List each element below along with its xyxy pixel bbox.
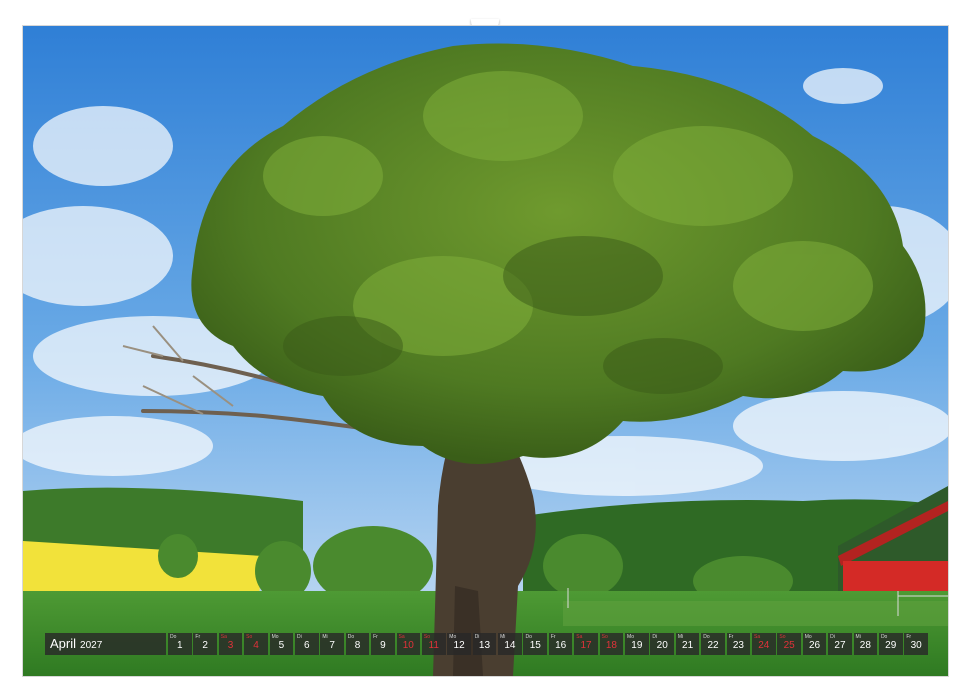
day-cell: Mo 5 — [269, 633, 294, 655]
day-cell: Fr 23 — [726, 633, 751, 655]
day-number: 9 — [380, 640, 386, 651]
day-cell: So 4 — [244, 633, 268, 655]
day-number: 19 — [631, 640, 643, 651]
day-cell: Fr 2 — [193, 633, 217, 655]
day-number: 15 — [529, 640, 541, 651]
day-cell: Do 8 — [345, 633, 370, 655]
day-number: 21 — [682, 640, 694, 651]
day-number: 12 — [453, 640, 465, 651]
day-cell: So 11 — [421, 633, 446, 655]
day-number: 2 — [202, 640, 208, 651]
day-cell: Sa 17 — [574, 633, 598, 655]
month-label: April 2027 — [45, 633, 166, 655]
month-name: April — [50, 636, 77, 651]
day-cell: Fr 16 — [548, 633, 573, 655]
day-number: 7 — [329, 640, 335, 651]
day-number: 20 — [656, 640, 668, 651]
day-cell: Mi 7 — [320, 633, 344, 655]
day-cell: Fr 9 — [371, 633, 395, 655]
day-number: 27 — [834, 640, 846, 651]
day-number: 26 — [809, 640, 821, 651]
day-cells: Do 1 Fr 2 Sa 3 So 4 Mo 5 Di 6 Mi 7 Do 8 Fr 9 Sa 10 So 11 Mo 12 D… — [168, 633, 930, 655]
day-number: 1 — [177, 640, 183, 651]
day-cell: Mo 26 — [802, 633, 827, 655]
landscape-oak-tree-image — [23, 26, 948, 676]
day-cell: Di 13 — [472, 633, 497, 655]
day-number: 18 — [605, 640, 617, 651]
day-number: 30 — [910, 640, 922, 651]
day-cell: Fr 30 — [904, 633, 928, 655]
day-number: 11 — [428, 640, 439, 651]
day-cell: Sa 10 — [396, 633, 421, 655]
day-cell: Do 22 — [701, 633, 725, 655]
day-number: 29 — [885, 640, 897, 651]
calendar-strip: April 2027 Do 1 Fr 2 Sa 3 So 4 Mo 5 Di 6 Mi 7 Do 8 Fr 9 Sa… — [45, 633, 930, 655]
day-number: 10 — [402, 640, 414, 651]
day-cell: So 25 — [777, 633, 801, 655]
calendar-photo — [23, 26, 948, 676]
day-cell: Di 27 — [828, 633, 852, 655]
day-number: 25 — [783, 640, 795, 651]
day-number: 16 — [555, 640, 567, 651]
day-cell: So 18 — [599, 633, 624, 655]
day-cell: Sa 3 — [218, 633, 243, 655]
day-cell: Do 15 — [523, 633, 548, 655]
day-number: 28 — [859, 640, 871, 651]
day-number: 22 — [707, 640, 719, 651]
day-cell: Mo 19 — [625, 633, 649, 655]
day-number: 4 — [253, 640, 259, 651]
day-number: 8 — [354, 640, 361, 651]
day-cell: Mo 12 — [447, 633, 471, 655]
day-cell: Di 6 — [294, 633, 319, 655]
year: 2027 — [80, 640, 103, 651]
day-cell: Mi 14 — [498, 633, 522, 655]
day-number: 23 — [732, 640, 744, 651]
day-cell: Do 1 — [168, 633, 192, 655]
day-number: 13 — [478, 640, 491, 651]
day-number: 3 — [227, 640, 234, 651]
day-number: 6 — [303, 640, 310, 651]
day-number: 24 — [758, 640, 770, 651]
day-number: 17 — [580, 640, 592, 651]
day-number: 5 — [278, 640, 285, 651]
day-number: 14 — [504, 640, 516, 651]
day-cell: Sa 24 — [751, 633, 776, 655]
day-cell: Mi 28 — [853, 633, 878, 655]
day-cell: Mi 21 — [675, 633, 700, 655]
day-cell: Di 20 — [650, 633, 675, 655]
day-cell: Do 29 — [878, 633, 903, 655]
